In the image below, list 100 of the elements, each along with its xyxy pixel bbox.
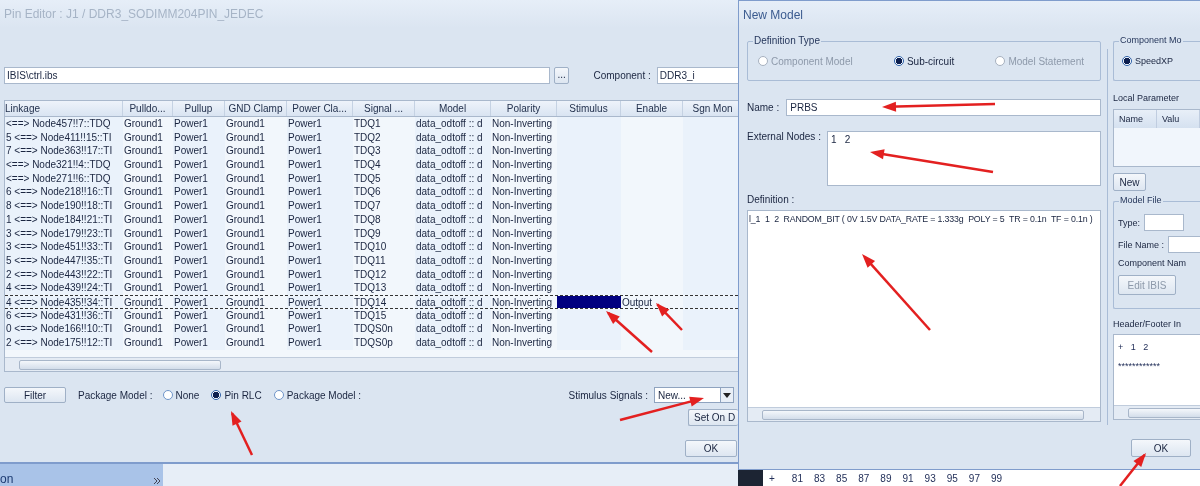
table-row[interactable]: 2 <==> Node175!!12::TI Ground1 Power1 Ground1 Power1 TDQS0p data_odtoff :: d Non-Inverting (5, 336, 738, 350)
annotation-arrow (230, 411, 254, 456)
table-cell: 8 <==> Node190!!18::TI (5, 199, 123, 213)
table-cell-text: Non-Inverting (491, 212, 554, 227)
column-header[interactable]: Pullup (173, 101, 225, 116)
table-cell-text: Non-Inverting (491, 226, 554, 241)
stimulus-fill[interactable] (557, 295, 621, 308)
table-cell: data_odtoff :: d (415, 322, 491, 336)
radio-icon[interactable] (211, 390, 222, 400)
radio-icon[interactable] (162, 390, 173, 400)
table-row[interactable]: <==> Node321!!4::TDQ Ground1 Power1 Ground1 Power1 TDQ4 data_odtoff :: d Non-Inverting (5, 158, 738, 172)
table-cell: Power1 (173, 308, 225, 323)
table-cell: Power1 (173, 336, 225, 350)
browse-button[interactable]: ... (553, 66, 570, 84)
table-row[interactable]: 6 <==> Node431!!36::TI Ground1 Power1 Ground1 Power1 TDQ15 data_odtoff :: d Non-Inverting (5, 308, 738, 323)
table-cell: Power1 (173, 199, 225, 213)
table-cell-text: Ground1 (123, 308, 164, 323)
ok-button[interactable]: OK (685, 440, 737, 457)
column-header[interactable]: Name (1114, 110, 1157, 128)
table-row[interactable]: 4 <==> Node435!!34::TI Ground1 Power1 Ground1 Power1 TDQ14 data_odtoff :: d Non-Inverting Output (5, 294, 738, 309)
column-header[interactable]: Model (415, 101, 491, 116)
filter-button[interactable]: Filter (4, 387, 66, 403)
table-cell-text: Ground1 (225, 295, 266, 308)
external-nodes-field[interactable]: 1 2 (826, 131, 1101, 186)
chevron-icon[interactable] (154, 478, 161, 486)
radio-icon[interactable] (1122, 56, 1132, 66)
header-footer-label: Header/Footer In (1113, 319, 1183, 329)
table-cell: 6 <==> Node431!!36::TI (5, 308, 123, 323)
table-cell: data_odtoff :: d (415, 199, 491, 213)
type-field[interactable] (1144, 214, 1184, 231)
package-model-radio[interactable]: None (162, 389, 200, 401)
table-row[interactable]: 6 <==> Node218!!16::TI Ground1 Power1 Ground1 Power1 TDQ6 data_odtoff :: d Non-Inverting (5, 185, 738, 200)
table-cell: Power1 (173, 281, 225, 295)
column-header[interactable]: Polarity (491, 101, 557, 116)
table-row[interactable]: 8 <==> Node190!!18::TI Ground1 Power1 Ground1 Power1 TDQ7 data_odtoff :: d Non-Inverting (5, 199, 738, 213)
table-cell-text: Ground1 (225, 253, 266, 268)
column-header[interactable]: Stimulus (557, 101, 621, 116)
definition-label: Definition : (747, 194, 796, 205)
column-header[interactable]: Pulldo... (123, 101, 173, 116)
column-header[interactable]: Valu (1157, 110, 1200, 128)
table-row[interactable]: 7 <==> Node363!!17::TI Ground1 Power1 Ground1 Power1 TDQ3 data_odtoff :: d Non-Inverting (5, 144, 738, 159)
table-cell-text: Non-Inverting (491, 295, 554, 308)
radio-icon[interactable] (273, 390, 284, 400)
table-cell-text: Non-Inverting (491, 130, 554, 145)
column-header[interactable]: GND Clamp (225, 101, 287, 116)
table-cell: Power1 (287, 199, 353, 213)
stimulus-signals-dropdown[interactable]: New... (654, 387, 734, 403)
table-cell-text: Ground1 (123, 336, 164, 350)
table-row[interactable]: 5 <==> Node411!!15::TI Ground1 Power1 Ground1 Power1 TDQ2 data_odtoff :: d Non-Inverting (5, 130, 738, 145)
horizontal-scrollbar[interactable] (1114, 405, 1200, 419)
table-cell-text: TDQ6 (353, 185, 382, 200)
component-field[interactable]: DDR3_i (656, 66, 738, 84)
table-cell-text: Ground1 (123, 199, 164, 213)
table-cell-text: Non-Inverting (491, 185, 554, 200)
column-header[interactable]: Power Cla... (287, 101, 353, 116)
table-row[interactable]: <==> Node457!!7::TDQ Ground1 Power1 Ground1 Power1 TDQ1 data_odtoff :: d Non-Inverting (5, 117, 738, 131)
ok-button[interactable]: OK (1131, 439, 1191, 457)
horizontal-scrollbar[interactable] (5, 357, 738, 371)
name-field[interactable]: PRBS (786, 99, 1101, 116)
model-type-radio[interactable]: SpeedXP (1122, 56, 1174, 66)
table-cell: 0 <==> Node166!!10::TI (5, 322, 123, 336)
table-row[interactable]: 0 <==> Node166!!10::TI Ground1 Power1 Ground1 Power1 TDQS0n data_odtoff :: d Non-Inverting (5, 322, 738, 336)
header-footer-field[interactable]: + 1 2 ************ (1113, 334, 1200, 420)
output-text: 89 (880, 472, 892, 484)
table-row[interactable]: 3 <==> Node451!!33::TI Ground1 Power1 Ground1 Power1 TDQ10 data_odtoff :: d Non-Inverting (5, 240, 738, 254)
output-text: 97 (968, 472, 980, 484)
package-model-radio[interactable]: Package Model : (273, 389, 362, 401)
package-model-radio[interactable]: Pin RLC (211, 389, 262, 401)
table-cell: Power1 (173, 117, 225, 131)
table-cell: data_odtoff :: d (415, 308, 491, 323)
table-row[interactable]: 4 <==> Node439!!24::TI Ground1 Power1 Ground1 Power1 TDQ13 data_odtoff :: d Non-Inverting (5, 281, 738, 295)
ibis-file-field[interactable]: IBIS\ctrl.ibs (4, 66, 550, 84)
new-button[interactable]: New (1113, 173, 1146, 191)
table-cell-text: Ground1 (225, 158, 266, 172)
table-row[interactable]: 3 <==> Node179!!23::TI Ground1 Power1 Ground1 Power1 TDQ9 data_odtoff :: d Non-Inverting (5, 226, 738, 241)
file-name-field[interactable] (1168, 236, 1200, 253)
window-title: Pin Editor : J1 / DDR3_SODIMM204PIN_JEDEC (4, 7, 264, 21)
table-row[interactable]: 2 <==> Node443!!22::TI Ground1 Power1 Ground1 Power1 TDQ12 data_odtoff :: d Non-Inverting (5, 267, 738, 282)
table-cell: 3 <==> Node451!!33::TI (5, 240, 123, 254)
set-on-button[interactable]: Set On D (688, 409, 738, 426)
table-cell: Power1 (287, 322, 353, 336)
definition-field[interactable]: l_1 1 2 RANDOM_BIT ( 0V 1.5V DATA_RATE = 1.333g POLY = 5 TR = 0.1n TF = 0.1n ) (747, 210, 1101, 422)
local-parameters-label: Local Parameter (1113, 93, 1181, 103)
table-cell: 6 <==> Node218!!16::TI (5, 185, 123, 200)
horizontal-scrollbar[interactable] (748, 407, 1100, 421)
table-cell-text: TDQ1 (353, 117, 382, 131)
radio-icon[interactable] (893, 56, 904, 66)
table-cell-text: TDQ3 (353, 144, 382, 159)
table-row[interactable]: 5 <==> Node447!!35::TI Ground1 Power1 Ground1 Power1 TDQ11 data_odtoff :: d Non-Inverting (5, 253, 738, 268)
header-footer-text: + 1 2 (1118, 341, 1150, 354)
table-cell: 4 <==> Node435!!34::TI (5, 295, 123, 308)
column-header[interactable]: Enable (621, 101, 683, 116)
table-row[interactable]: 1 <==> Node184!!21::TI Ground1 Power1 Ground1 Power1 TDQ8 data_odtoff :: d Non-Inverting (5, 212, 738, 227)
definition-type-radio[interactable]: Sub-circuit (893, 55, 955, 67)
table-cell: <==> Node321!!4::TDQ (5, 158, 123, 172)
table-row[interactable]: <==> Node271!!6::TDQ Ground1 Power1 Ground1 Power1 TDQ5 data_odtoff :: d Non-Inverting (5, 171, 738, 186)
column-header[interactable]: Signal ... (353, 101, 415, 116)
table-cell: Power1 (287, 185, 353, 200)
column-header[interactable]: Linkage (5, 101, 123, 116)
dialog-title: New Model (743, 8, 804, 22)
